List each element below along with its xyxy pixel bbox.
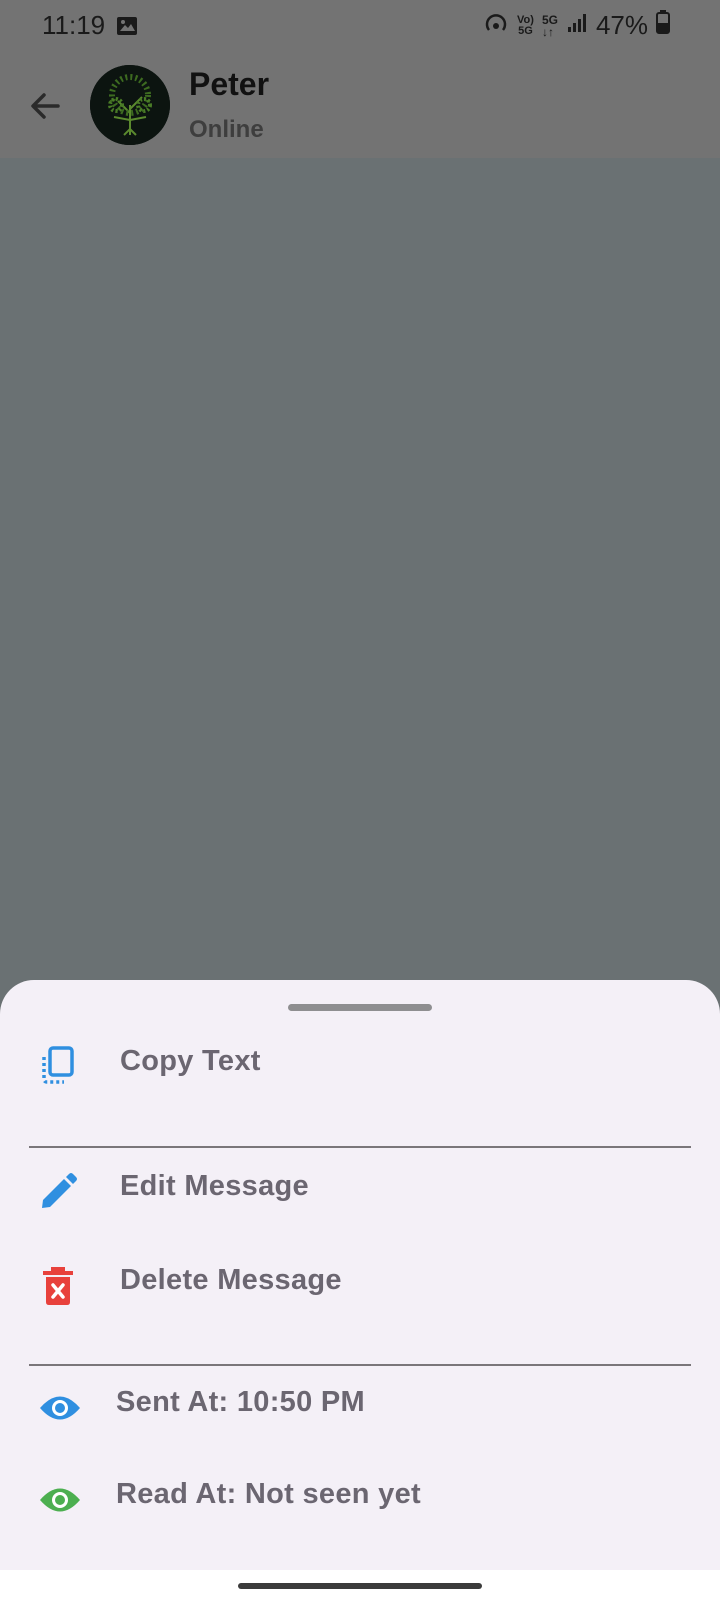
- message-options-sheet: Copy Text Edit Message Delete Message Se…: [0, 980, 720, 1570]
- volte-icon: Vo) 5G: [517, 13, 534, 37]
- contact-name: Peter: [189, 66, 270, 102]
- modal-scrim[interactable]: [0, 158, 720, 978]
- copy-text-option[interactable]: Copy Text: [0, 1020, 720, 1110]
- gallery-icon: [116, 16, 138, 41]
- back-arrow-icon[interactable]: [26, 86, 66, 126]
- network-5g-icon: 5G ↓↑: [541, 12, 558, 39]
- signal-icon: [566, 10, 588, 41]
- read-at-label: Read At: Not seen yet: [116, 1478, 421, 1510]
- status-bar: 11:19 Vo) 5G 5G ↓↑ 47%: [0, 0, 720, 52]
- chat-header: Peter Online: [0, 52, 720, 158]
- eye-icon: [36, 1386, 84, 1430]
- edit-message-label: Edit Message: [120, 1170, 309, 1202]
- hotspot-icon: [483, 10, 509, 41]
- delete-message-option[interactable]: Delete Message: [0, 1238, 720, 1328]
- system-nav-bar: [0, 1570, 720, 1600]
- delete-icon: [36, 1264, 80, 1308]
- drag-handle[interactable]: [288, 1004, 432, 1011]
- copy-icon: [36, 1043, 80, 1087]
- home-gesture-bar[interactable]: [238, 1583, 482, 1589]
- edit-message-option[interactable]: Edit Message: [0, 1144, 720, 1234]
- sent-at-label: Sent At: 10:50 PM: [116, 1386, 365, 1418]
- eye-icon: [36, 1478, 84, 1522]
- battery-text: 47%: [595, 10, 648, 40]
- delete-message-label: Delete Message: [120, 1264, 342, 1296]
- status-time: 11:19: [42, 10, 106, 40]
- contact-status: Online: [189, 116, 264, 143]
- sent-at-info: Sent At: 10:50 PM: [0, 1362, 720, 1452]
- avatar[interactable]: [90, 65, 170, 145]
- read-at-info: Read At: Not seen yet: [0, 1454, 720, 1544]
- edit-icon: [36, 1170, 80, 1214]
- copy-text-label: Copy Text: [120, 1045, 261, 1077]
- battery-icon: [656, 10, 670, 41]
